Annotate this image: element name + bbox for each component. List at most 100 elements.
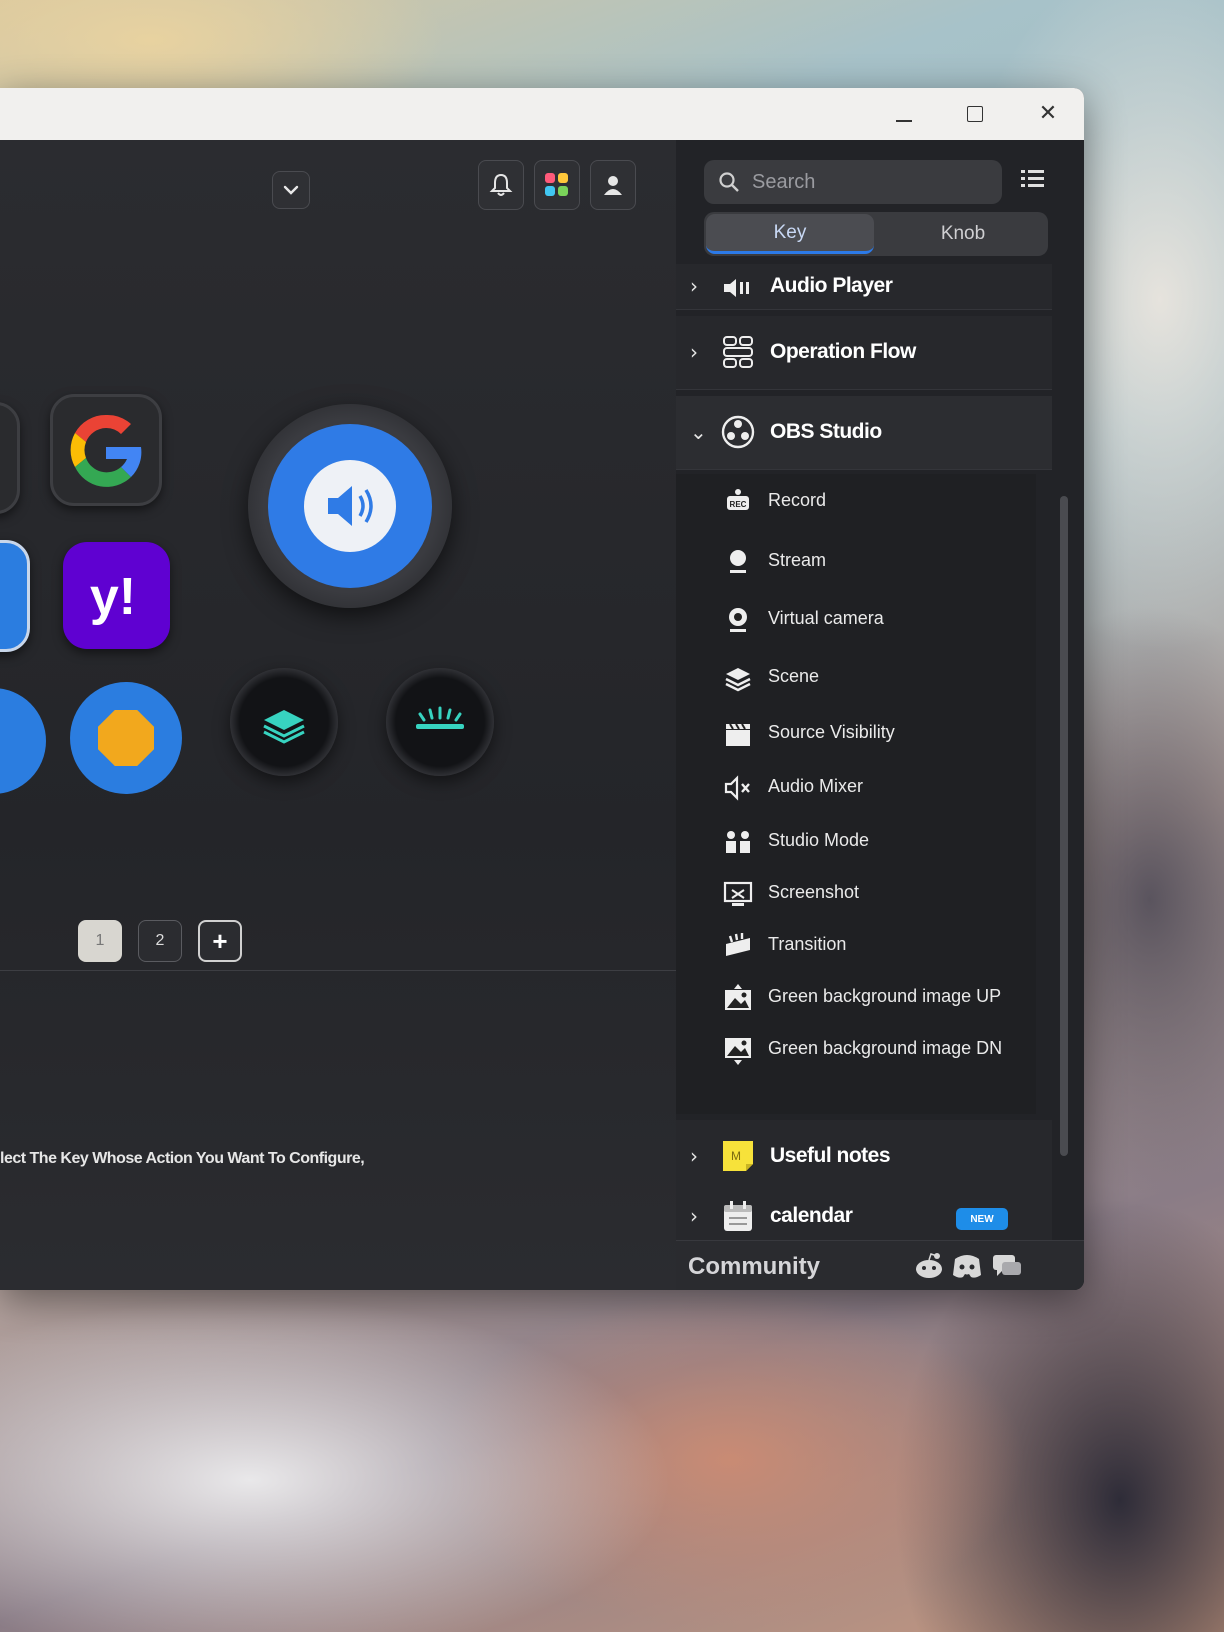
list-item-label: Green background image UP (768, 986, 1002, 1006)
hex-app-key[interactable] (70, 682, 182, 794)
tab-key[interactable]: Key (706, 214, 874, 254)
apps-grid-icon (545, 173, 568, 196)
scene-knob[interactable] (230, 668, 338, 776)
light-knob[interactable] (386, 668, 494, 776)
list-item[interactable]: Green background image DN (676, 1022, 1036, 1076)
chevron-right-icon: › (690, 1204, 698, 1228)
scene-layers-icon (725, 668, 751, 692)
close-button[interactable]: ✕ (1028, 98, 1068, 130)
speaker-mute-icon (724, 775, 750, 801)
speaker-icon (328, 486, 373, 526)
list-item[interactable]: Green background image UP (676, 970, 1036, 1024)
title-bar: ✕ (0, 88, 1084, 140)
category-label: Audio Player (770, 274, 893, 297)
user-icon (604, 176, 622, 195)
list-item-label: Green background image DN (768, 1038, 1003, 1058)
app-key-partial-red[interactable] (0, 402, 20, 514)
maximize-icon (967, 106, 983, 122)
layers-icon (263, 710, 305, 744)
app-key-partial-hex[interactable] (0, 688, 46, 794)
volume-knob-face (268, 424, 432, 588)
light-bar-icon (416, 706, 464, 729)
list-item[interactable]: Audio Mixer (676, 760, 1036, 814)
list-view-button[interactable] (1018, 164, 1052, 198)
svg-text:M: M (731, 1149, 741, 1163)
add-page-button[interactable]: + (198, 920, 242, 962)
image-up-icon (725, 984, 751, 1010)
key-layout-area: y! 1 2 + lect The Key Whose Action You W… (0, 140, 676, 1290)
clapperboard-icon (726, 723, 750, 746)
community-footer: Community (676, 1240, 1084, 1290)
list-item[interactable]: Screenshot (676, 866, 1036, 920)
list-item[interactable]: Virtual camera (676, 592, 1036, 646)
feedback-chat-icon[interactable] (990, 1251, 1024, 1281)
category-label: Useful notes (770, 1144, 891, 1167)
operation-flow-icon (723, 336, 753, 368)
hexagon-arrow-icon (98, 710, 154, 766)
account-button[interactable] (590, 160, 636, 210)
list-item[interactable]: Source Visibility (676, 706, 1036, 760)
list-item[interactable]: Scene (676, 650, 1036, 704)
app-key-partial-facebook[interactable] (0, 540, 30, 652)
speaker-icon-circle (304, 460, 396, 552)
category-label: calendar (770, 1204, 853, 1227)
category-label: OBS Studio (770, 420, 882, 443)
reddit-icon[interactable] (912, 1251, 946, 1281)
list-item[interactable]: Transition (676, 918, 1036, 972)
list-item-label: Record (768, 490, 827, 510)
tab-knob[interactable]: Knob (880, 214, 1046, 254)
maximize-button[interactable] (955, 98, 995, 130)
list-item-label: Source Visibility (768, 722, 895, 742)
list-item[interactable]: REC Record (676, 474, 1036, 528)
search-input[interactable]: Search (704, 160, 1002, 204)
list-item-label: Audio Mixer (768, 776, 864, 796)
audio-player-icon (724, 279, 749, 297)
record-icon: REC (727, 489, 749, 510)
yahoo-key[interactable]: y! (63, 542, 170, 649)
svg-text:REC: REC (730, 500, 747, 509)
list-item[interactable]: Studio Mode (676, 814, 1036, 868)
notifications-button[interactable] (478, 160, 524, 210)
action-sidebar: Search Key Knob › Audio Player › Operati… (676, 140, 1084, 1290)
screenshot-icon (723, 881, 753, 906)
calendar-icon (724, 1201, 752, 1231)
chevron-right-icon: › (690, 274, 698, 298)
category-obs-studio[interactable]: ⌄ OBS Studio (676, 396, 1052, 470)
discord-icon[interactable] (950, 1251, 984, 1281)
yahoo-icon: y! (90, 568, 136, 626)
key-knob-toggle: Key Knob (704, 212, 1048, 256)
list-item-label: Transition (768, 934, 847, 954)
app-window: ✕ y! 1 2 + lect The Key Whose Action You… (0, 88, 1084, 1290)
svg-text:y!: y! (90, 568, 136, 626)
sidebar-scrollbar[interactable] (1060, 496, 1068, 1156)
transition-icon (726, 933, 750, 956)
category-audio-player[interactable]: › Audio Player (676, 264, 1052, 310)
layout-dropdown-button[interactable] (272, 171, 310, 209)
virtual-camera-icon (729, 608, 747, 632)
list-item-label: Studio Mode (768, 830, 870, 850)
image-down-icon (725, 1038, 751, 1065)
list-item[interactable]: Stream (676, 534, 1036, 588)
page-1-button[interactable]: 1 (78, 920, 122, 962)
list-icon (1021, 170, 1044, 187)
page-2-button[interactable]: 2 (138, 920, 182, 962)
volume-knob[interactable] (248, 404, 452, 608)
list-item-label: Stream (768, 550, 827, 570)
sticky-note-icon: M (723, 1141, 753, 1171)
google-key[interactable] (50, 394, 162, 506)
minimize-button[interactable] (884, 98, 924, 130)
config-hint-text: lect The Key Whose Action You Want To Co… (0, 1150, 365, 1167)
search-placeholder: Search (752, 170, 816, 193)
chevron-right-icon: › (690, 340, 698, 364)
category-operation-flow[interactable]: › Operation Flow (676, 316, 1052, 390)
obs-icon (721, 415, 755, 449)
list-item-label: Scene (768, 666, 820, 686)
obs-action-list: REC Record Stream Virtual camera Scene S… (676, 474, 1036, 1114)
minimize-icon (896, 120, 912, 122)
chevron-down-icon: ⌄ (690, 420, 707, 444)
bell-icon (489, 173, 513, 196)
new-badge: NEW (956, 1208, 1008, 1230)
studio-mode-icon (726, 831, 750, 853)
chevron-down-icon (283, 185, 299, 195)
plugin-store-button[interactable] (534, 160, 580, 210)
